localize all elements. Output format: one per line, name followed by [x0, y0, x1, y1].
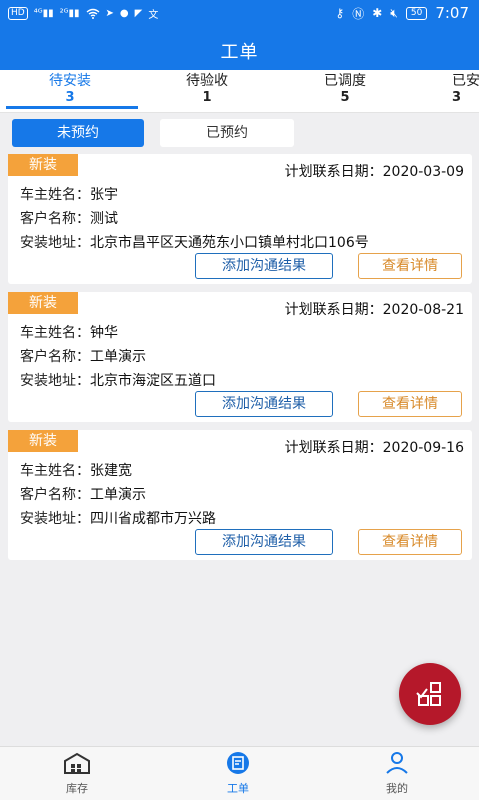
nav-profile[interactable]: 我的	[357, 751, 437, 796]
add-communication-button[interactable]: 添加沟通结果	[195, 253, 333, 279]
tab-label: 待验收	[186, 73, 228, 89]
view-details-button[interactable]: 查看详情	[358, 529, 462, 555]
warehouse-icon	[64, 752, 90, 774]
user-icon	[386, 752, 408, 774]
customer-row: 客户名称：测试	[20, 208, 118, 228]
nav-label: 我的	[386, 782, 408, 795]
planned-contact-date: 计划联系日期：2020-03-09	[285, 161, 464, 181]
address-value: 北京市海淀区五道口	[90, 373, 216, 389]
customer-value: 工单演示	[90, 349, 146, 365]
translate-icon: 文	[148, 10, 159, 21]
planned-contact-date: 计划联系日期：2020-09-16	[285, 437, 464, 457]
nav-label: 工单	[227, 782, 249, 795]
address-label: 安装地址：	[20, 235, 90, 251]
battery-icon: 50	[405, 6, 428, 20]
order-card: 新装 计划联系日期：2020-09-16 车主姓名：张建宽 客户名称：工单演示 …	[8, 430, 472, 560]
status-bar: HD ⁴ᴳ▮▮ ²ᴳ▮▮ ➤ ● ◤ 文 ⚷ Ⓝ ✱ 🔇︎ 50 7:07	[0, 0, 479, 28]
nav-label: 库存	[66, 782, 88, 795]
tab-label: 待安装	[49, 73, 91, 89]
signal-4g-icon: ⁴ᴳ▮▮	[33, 8, 54, 19]
clock: 7:07	[435, 4, 469, 22]
owner-label: 车主姓名：	[20, 463, 90, 479]
appointment-filter: 未预约 已预约	[0, 113, 479, 153]
checklist-grid-icon	[416, 682, 441, 706]
owner-label: 车主姓名：	[20, 187, 90, 203]
filter-scheduled-button[interactable]: 已预约	[160, 119, 294, 147]
nfc-icon: Ⓝ	[352, 6, 365, 21]
plan-date: 2020-03-09	[382, 164, 464, 180]
add-communication-button[interactable]: 添加沟通结果	[195, 391, 333, 417]
plan-date: 2020-08-21	[382, 302, 464, 318]
mute-icon: 🔇︎	[390, 5, 398, 20]
tab-pending-install[interactable]: 待安装 3	[10, 72, 130, 106]
wifi-icon	[86, 8, 99, 19]
nav-workorder[interactable]: 工单	[198, 751, 278, 796]
customer-row: 客户名称：工单演示	[20, 346, 146, 366]
address-label: 安装地址：	[20, 511, 90, 527]
address-row: 安装地址：北京市海淀区五道口	[20, 370, 216, 390]
order-card: 新装 计划联系日期：2020-03-09 车主姓名：张宇 客户名称：测试 安装地…	[8, 154, 472, 284]
view-details-button[interactable]: 查看详情	[358, 253, 462, 279]
customer-row: 客户名称：工单演示	[20, 484, 146, 504]
view-details-button[interactable]: 查看详情	[358, 391, 462, 417]
tab-dispatched[interactable]: 已调度 5	[285, 72, 405, 106]
hd-indicator: HD	[8, 7, 28, 20]
owner-value: 张宇	[90, 187, 118, 203]
nav-inventory[interactable]: 库存	[37, 751, 117, 796]
customer-label: 客户名称：	[20, 487, 90, 503]
tab-count: 3	[452, 90, 462, 105]
customer-label: 客户名称：	[20, 349, 90, 365]
address-row: 安装地址：四川省成都市万兴路	[20, 508, 216, 528]
planned-contact-date: 计划联系日期：2020-08-21	[285, 299, 464, 319]
app-header: 工单	[0, 28, 479, 70]
floating-action-button[interactable]	[399, 663, 461, 725]
plan-label: 计划联系日期：	[284, 440, 383, 456]
tab-count: 3	[65, 90, 75, 105]
workorder-icon	[227, 752, 249, 774]
navigation-icon: ➤	[105, 8, 114, 19]
order-card: 新装 计划联系日期：2020-08-21 车主姓名：钟华 客户名称：工单演示 安…	[8, 292, 472, 422]
owner-label: 车主姓名：	[20, 325, 90, 341]
bluetooth-icon: ✱	[372, 6, 383, 20]
customer-value: 工单演示	[90, 487, 146, 503]
page-title: 工单	[220, 42, 259, 63]
tab-installed[interactable]: 已安 3	[452, 72, 479, 106]
tab-count: 1	[202, 90, 212, 105]
tab-label: 已调度	[324, 73, 366, 89]
status-tabs: 待安装 3 待验收 1 已调度 5 已安 3	[0, 70, 479, 113]
owner-row: 车主姓名：张宇	[20, 184, 118, 204]
address-value: 北京市昌平区天通苑东小口镇单村北口106号	[90, 235, 369, 251]
send-icon: ◤	[134, 8, 143, 19]
active-tab-indicator	[6, 106, 138, 109]
message-icon: ●	[119, 8, 129, 19]
owner-row: 车主姓名：张建宽	[20, 460, 132, 480]
status-icons-right: ⚷ Ⓝ ✱ 🔇︎ 50 7:07	[335, 4, 469, 22]
address-row: 安装地址：北京市昌平区天通苑东小口镇单村北口106号	[20, 232, 369, 252]
address-label: 安装地址：	[20, 373, 90, 389]
order-type-badge: 新装	[8, 430, 78, 452]
owner-value: 张建宽	[90, 463, 132, 479]
owner-row: 车主姓名：钟华	[20, 322, 118, 342]
tab-pending-acceptance[interactable]: 待验收 1	[147, 72, 267, 106]
key-icon: ⚷	[335, 6, 345, 20]
order-type-badge: 新装	[8, 154, 78, 176]
add-communication-button[interactable]: 添加沟通结果	[195, 529, 333, 555]
tab-label: 已安	[452, 73, 479, 89]
status-icons-left: HD ⁴ᴳ▮▮ ²ᴳ▮▮ ➤ ● ◤ 文	[8, 6, 158, 21]
customer-value: 测试	[90, 211, 118, 227]
filter-unscheduled-button[interactable]: 未预约	[12, 119, 144, 147]
address-value: 四川省成都市万兴路	[90, 511, 216, 527]
bottom-navigation: 库存 工单 我的	[0, 746, 479, 800]
customer-label: 客户名称：	[20, 211, 90, 227]
tab-count: 5	[340, 90, 350, 105]
owner-value: 钟华	[90, 325, 118, 341]
plan-label: 计划联系日期：	[284, 164, 383, 180]
plan-date: 2020-09-16	[382, 440, 464, 456]
signal-2g-icon: ²ᴳ▮▮	[59, 8, 80, 19]
order-type-badge: 新装	[8, 292, 78, 314]
plan-label: 计划联系日期：	[284, 302, 383, 318]
